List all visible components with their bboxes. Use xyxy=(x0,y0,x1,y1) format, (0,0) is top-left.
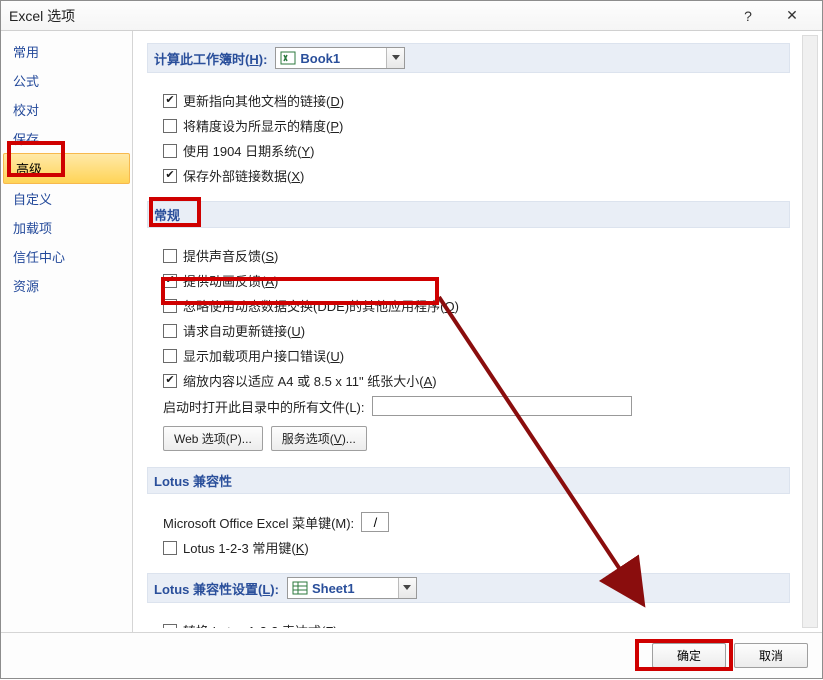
sidebar-item-common[interactable]: 常用 xyxy=(1,37,132,66)
startup-path-field[interactable] xyxy=(372,396,632,416)
checkbox-a4[interactable] xyxy=(163,374,177,388)
chevron-down-icon xyxy=(398,578,416,598)
label-sound: 提供声音反馈(S) xyxy=(183,246,278,265)
label-lotus-keys: Lotus 1-2-3 常用键(K) xyxy=(183,538,309,557)
label-save-ext: 保存外部链接数据(X) xyxy=(183,166,304,185)
sheet-icon xyxy=(292,580,308,596)
web-options-button[interactable]: Web 选项(P)... xyxy=(163,426,263,451)
label-1904: 使用 1904 日期系统(Y) xyxy=(183,141,315,160)
sheet-select[interactable]: Sheet1 xyxy=(287,577,417,599)
sidebar-item-advanced[interactable]: 高级 xyxy=(3,153,130,184)
checkbox-precision[interactable] xyxy=(163,119,177,133)
startup-label: 启动时打开此目录中的所有文件(L): xyxy=(163,397,365,416)
cancel-button[interactable]: 取消 xyxy=(734,643,808,668)
label-addin-err: 显示加载项用户接口错误(U) xyxy=(183,346,344,365)
checkbox-anim[interactable] xyxy=(163,274,177,288)
sidebar-item-proofing[interactable]: 校对 xyxy=(1,95,132,124)
service-options-button[interactable]: 服务选项(V)... xyxy=(271,426,367,451)
checkbox-addin-err[interactable] xyxy=(163,349,177,363)
dialog-footer: 确定 取消 xyxy=(1,632,822,678)
checkbox-save-ext[interactable] xyxy=(163,169,177,183)
checkbox-autolink[interactable] xyxy=(163,324,177,338)
checkbox-update-links[interactable] xyxy=(163,94,177,108)
checkbox-sound[interactable] xyxy=(163,249,177,263)
excel-icon xyxy=(280,50,296,66)
section-title-general: 常规 xyxy=(154,205,180,224)
section-header-calc: 计算此工作簿时(H): Book1 xyxy=(147,43,790,73)
sidebar: 常用 公式 校对 保存 高级 自定义 加载项 信任中心 资源 xyxy=(1,31,133,632)
excel-options-dialog: Excel 选项 ? ✕ 常用 公式 校对 保存 高级 自定义 加载项 信任中心… xyxy=(0,0,823,679)
close-icon[interactable]: ✕ xyxy=(770,7,814,24)
help-icon[interactable]: ? xyxy=(726,8,770,24)
sheet-select-value: Sheet1 xyxy=(312,581,355,596)
workbook-select[interactable]: Book1 xyxy=(275,47,405,69)
section-title-lotus-settings: Lotus 兼容性设置(L): xyxy=(154,579,279,598)
sidebar-item-formula[interactable]: 公式 xyxy=(1,66,132,95)
content-pane: 计算此工作簿时(H): Book1 更新指向其他文档的链接(D) 将精度设为所显… xyxy=(133,31,822,632)
vertical-scrollbar[interactable] xyxy=(802,35,818,628)
chevron-down-icon xyxy=(386,48,404,68)
sidebar-item-trust[interactable]: 信任中心 xyxy=(1,242,132,271)
label-lotus-expr: 转换 Lotus 1-2-3 表达式(F) xyxy=(183,621,338,628)
lotus-menu-label: Microsoft Office Excel 菜单键(M): xyxy=(163,513,354,532)
lotus-menu-key-field[interactable] xyxy=(361,512,389,532)
sidebar-item-save[interactable]: 保存 xyxy=(1,124,132,153)
label-dde: 忽略使用动态数据交换(DDE)的其他应用程序(O) xyxy=(183,296,459,315)
checkbox-1904[interactable] xyxy=(163,144,177,158)
section-title-calc: 计算此工作簿时(H): xyxy=(154,49,267,68)
section-header-general: 常规 xyxy=(147,201,790,228)
sidebar-item-addins[interactable]: 加载项 xyxy=(1,213,132,242)
section-header-lotus-settings: Lotus 兼容性设置(L): Sheet1 xyxy=(147,573,790,603)
ok-button[interactable]: 确定 xyxy=(652,643,726,668)
sidebar-item-resources[interactable]: 资源 xyxy=(1,271,132,300)
checkbox-lotus-expr[interactable] xyxy=(163,624,177,629)
label-a4: 缩放内容以适应 A4 或 8.5 x 11" 纸张大小(A) xyxy=(183,371,437,390)
section-header-lotus: Lotus 兼容性 xyxy=(147,467,790,494)
dialog-title: Excel 选项 xyxy=(9,6,75,26)
label-precision: 将精度设为所显示的精度(P) xyxy=(183,116,343,135)
label-autolink: 请求自动更新链接(U) xyxy=(183,321,305,340)
label-update-links: 更新指向其他文档的链接(D) xyxy=(183,91,344,110)
label-anim: 提供动画反馈(A) xyxy=(183,271,278,290)
checkbox-lotus-keys[interactable] xyxy=(163,541,177,555)
title-bar: Excel 选项 ? ✕ xyxy=(1,1,822,31)
workbook-select-value: Book1 xyxy=(300,51,340,66)
sidebar-item-customize[interactable]: 自定义 xyxy=(1,184,132,213)
section-title-lotus: Lotus 兼容性 xyxy=(154,471,232,490)
checkbox-dde[interactable] xyxy=(163,299,177,313)
